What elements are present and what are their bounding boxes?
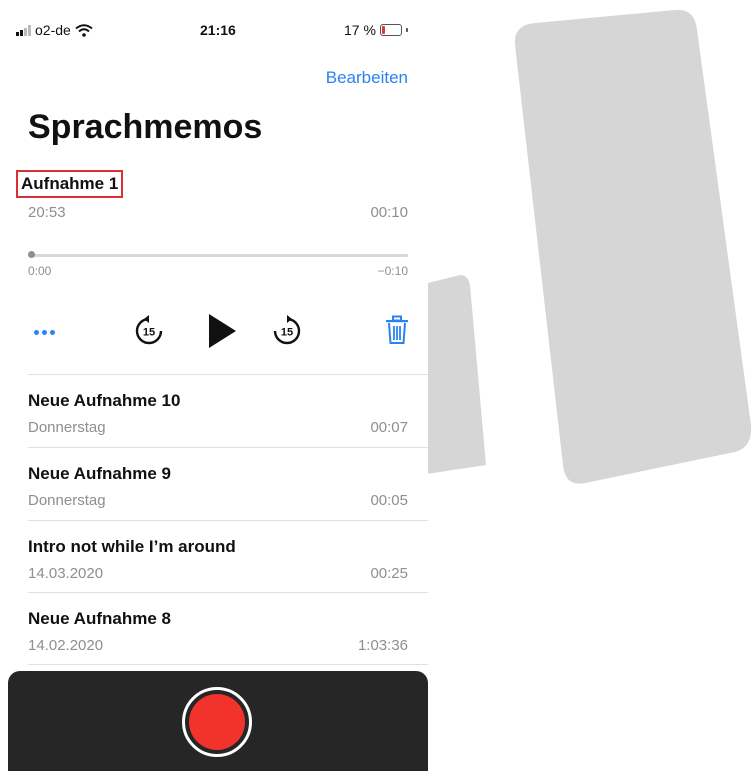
voice-memos-screen: o2-de 21:16 17 % Bearbeiten Sprachmemos …: [8, 0, 428, 771]
recording-duration: 00:05: [370, 492, 408, 509]
recording-name: Neue Aufnahme 10: [28, 391, 181, 410]
recording-date: 14.02.2020: [28, 637, 104, 654]
list-item[interactable]: Neue Aufnahme 10 Donnerstag 00:07: [8, 375, 428, 447]
playback-scrubber[interactable]: [28, 251, 408, 258]
list-item[interactable]: Intro not while I’m around 14.03.2020 00…: [8, 521, 428, 593]
recording-date: Donnerstag: [28, 492, 106, 509]
active-recording-duration: 00:10: [370, 204, 408, 221]
more-icon[interactable]: [28, 320, 60, 344]
carrier-name: o2-de: [35, 22, 71, 38]
scrubber-handle[interactable]: [28, 251, 35, 258]
active-recording-name[interactable]: Aufnahme 1: [16, 170, 124, 198]
play-icon[interactable]: [204, 312, 240, 350]
remaining-time: −0:10: [377, 264, 408, 278]
recording-duration: 1:03:36: [357, 637, 408, 654]
elapsed-time: 0:00: [28, 264, 52, 278]
record-icon: [189, 694, 245, 750]
trash-icon[interactable]: [384, 314, 410, 346]
active-recording-date: 20:53: [28, 204, 66, 221]
battery-icon: [379, 24, 402, 36]
background-shape-right: [514, 9, 752, 484]
recording-duration: 00:07: [370, 419, 408, 436]
record-bar: [8, 671, 428, 771]
skip-forward-label: 15: [281, 327, 293, 339]
skip-back-15-icon[interactable]: 15: [132, 314, 166, 348]
list-item[interactable]: Neue Aufnahme 8 14.02.2020 1:03:36: [8, 593, 428, 665]
recording-date: Donnerstag: [28, 419, 106, 436]
divider: [28, 664, 428, 665]
background-shape-middle: [420, 275, 486, 475]
signal-icon: [16, 24, 31, 36]
skip-back-label: 15: [143, 327, 155, 339]
page-title: Sprachmemos: [28, 108, 263, 146]
carrier-info: o2-de: [16, 22, 93, 38]
wifi-icon: [75, 23, 93, 37]
battery-indicator: 17 %: [344, 22, 408, 38]
recording-name: Intro not while I’m around: [28, 537, 236, 556]
recording-date: 14.03.2020: [28, 565, 104, 582]
skip-forward-15-icon[interactable]: 15: [270, 314, 304, 348]
recording-name: Neue Aufnahme 9: [28, 464, 171, 483]
playback-controls: 15 15: [8, 310, 428, 354]
record-button[interactable]: [182, 687, 252, 757]
recording-name: Neue Aufnahme 8: [28, 609, 171, 628]
edit-button[interactable]: Bearbeiten: [326, 68, 408, 88]
status-time: 21:16: [200, 22, 236, 38]
recording-duration: 00:25: [370, 565, 408, 582]
list-item[interactable]: Neue Aufnahme 9 Donnerstag 00:05: [8, 448, 428, 520]
status-bar: o2-de 21:16 17 %: [8, 22, 428, 44]
battery-percent: 17 %: [344, 22, 376, 38]
